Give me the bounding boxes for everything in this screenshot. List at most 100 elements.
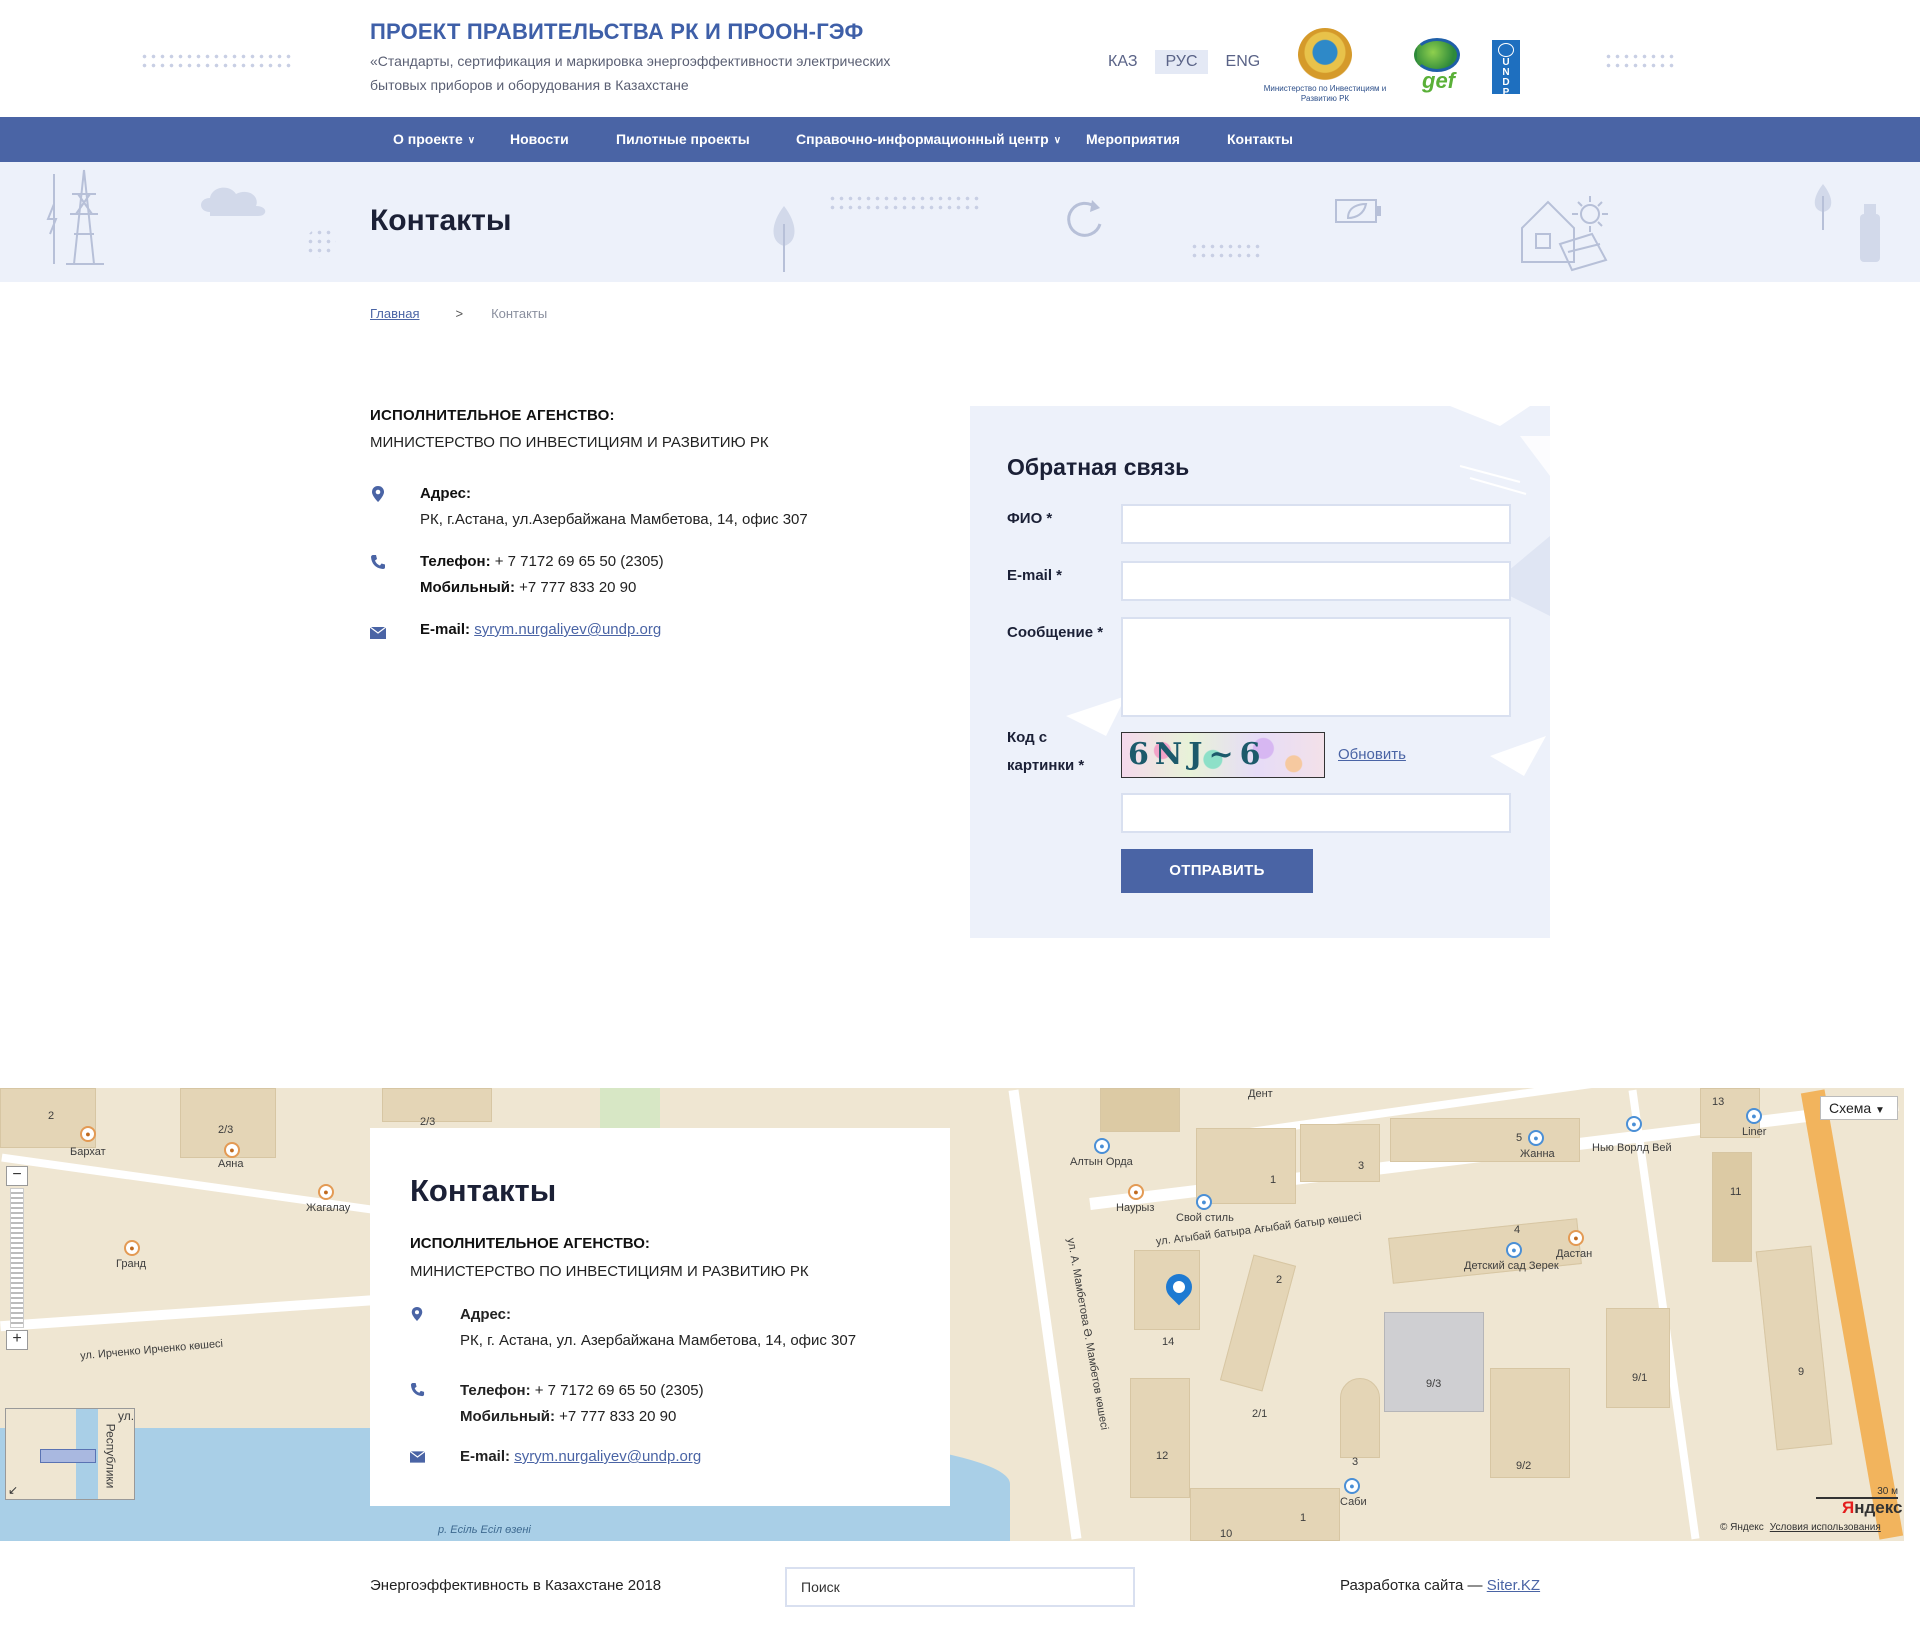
nav-label: О проекте <box>393 131 463 147</box>
map-label: Нью Ворлд Вей <box>1592 1142 1672 1154</box>
terms-link[interactable]: Условия использования <box>1770 1522 1881 1533</box>
developer-prefix: Разработка сайта — <box>1340 1577 1483 1594</box>
map-copyright: © Яндекс Условия использования <box>1720 1522 1881 1533</box>
copyright-text: © Яндекс <box>1720 1522 1764 1533</box>
gef-logo[interactable]: gef <box>1414 38 1466 98</box>
map-pin-icon <box>372 486 384 502</box>
phone-value[interactable]: + 7 7172 69 65 50 (2305) <box>535 1382 704 1399</box>
map-label: Наурыз <box>1116 1202 1155 1214</box>
building <box>1384 1312 1484 1412</box>
envelope-icon <box>370 626 386 639</box>
map-label: Свой стиль <box>1176 1212 1234 1224</box>
mobile-value[interactable]: +7 777 833 20 90 <box>519 579 636 596</box>
map-label: Саби <box>1340 1496 1367 1508</box>
contact-info: ИСПОЛНИТЕЛЬНОЕ АГЕНСТВО: МИНИСТЕРСТВО ПО… <box>370 407 930 639</box>
nav-item-pilot-projects[interactable]: Пилотные проекты <box>616 117 750 162</box>
map-label: Дастан <box>1556 1248 1593 1260</box>
breadcrumb-current: Контакты <box>491 306 548 321</box>
submit-button[interactable]: ОТПРАВИТЬ <box>1121 849 1313 893</box>
decor-dots <box>306 228 336 258</box>
captcha-refresh-link[interactable]: Обновить <box>1338 746 1406 763</box>
decor-dots <box>140 52 295 70</box>
captcha-label-line1: Код с <box>1007 729 1048 746</box>
email-link[interactable]: syrym.nurgaliyev@undp.org <box>514 1448 701 1465</box>
minimap-collapse-icon[interactable]: ↙ <box>8 1483 18 1497</box>
shop-icon[interactable]: ● <box>224 1142 240 1158</box>
map-card-title: Контакты <box>410 1173 557 1208</box>
nav-label: Контакты <box>1227 131 1294 147</box>
road <box>0 1294 380 1332</box>
ministry-logo[interactable]: Министерство по Инвестициям и Развитию Р… <box>1262 28 1388 108</box>
address-label: Адрес: <box>420 485 471 502</box>
minimap[interactable]: Республики ул. ↙ <box>5 1408 135 1500</box>
lang-rus[interactable]: РУС <box>1155 50 1208 74</box>
zoom-slider[interactable] <box>10 1188 24 1328</box>
kazakhstan-emblem-icon <box>1298 28 1352 82</box>
undp-logo[interactable]: U N D P <box>1492 40 1520 98</box>
project-title[interactable]: ПРОЕКТ ПРАВИТЕЛЬСТВА РК И ПРООН-ГЭФ <box>370 19 863 45</box>
agency-label: ИСПОЛНИТЕЛЬНОЕ АГЕНСТВО: <box>410 1235 650 1252</box>
decor-dots <box>1604 52 1676 70</box>
phone-block: Телефон: + 7 7172 69 65 50 (2305) Мобиль… <box>460 1378 704 1430</box>
bottle-icon <box>1860 204 1880 262</box>
nav-item-contacts[interactable]: Контакты <box>1227 117 1293 162</box>
un-emblem-icon <box>1498 43 1514 57</box>
lang-kaz[interactable]: КАЗ <box>1098 50 1147 74</box>
map-label: Liner <box>1742 1126 1767 1138</box>
zoom-out-button[interactable]: − <box>6 1166 28 1186</box>
map-type-dropdown[interactable]: Схема ▼ <box>1820 1096 1898 1120</box>
minimap-viewport <box>40 1449 96 1463</box>
building <box>1388 1218 1582 1284</box>
map-label: Аяна <box>218 1158 244 1170</box>
captcha-label: Код с картинки * <box>1007 724 1084 780</box>
zoom-in-button[interactable]: + <box>6 1330 28 1350</box>
kindergarten-icon[interactable]: ● <box>1506 1242 1522 1258</box>
address-value: РК, г. Астана, ул. Азербайжана Мамбетова… <box>460 1332 857 1349</box>
restaurant-icon[interactable]: ● <box>1568 1230 1584 1246</box>
address-block: Адрес: РК, г. Астана, ул. Азербайжана Ма… <box>460 1302 856 1354</box>
email-label: E-mail: <box>460 1448 511 1465</box>
power-tower-icon <box>46 169 104 265</box>
barber-icon[interactable]: ● <box>1196 1194 1212 1210</box>
nav-item-news[interactable]: Новости <box>510 117 569 162</box>
map-label: Гранд <box>116 1258 147 1270</box>
mobile-value[interactable]: +7 777 833 20 90 <box>559 1408 676 1425</box>
nav-item-info-center[interactable]: Справочно-информационный центр ∨ <box>796 117 1061 162</box>
email-link[interactable]: syrym.nurgaliyev@undp.org <box>474 621 661 638</box>
message-field[interactable] <box>1121 617 1511 717</box>
shop-icon[interactable]: ● <box>80 1126 96 1142</box>
hotel-icon[interactable]: ● <box>1094 1138 1110 1154</box>
yandex-logo-letter: Я <box>1842 1498 1855 1517</box>
name-field[interactable] <box>1121 504 1511 544</box>
search-input[interactable] <box>785 1567 1135 1607</box>
restaurant-icon[interactable]: ● <box>1128 1184 1144 1200</box>
map-label: 1 <box>1270 1174 1277 1186</box>
tree-icon <box>773 206 795 272</box>
phone-value[interactable]: + 7 7172 69 65 50 (2305) <box>495 553 664 570</box>
nav-label: Новости <box>510 131 569 147</box>
nav-item-about[interactable]: О проекте ∨ <box>393 117 475 162</box>
developer-link[interactable]: Siter.KZ <box>1487 1577 1540 1594</box>
address-block: Адрес: РК, г.Астана, ул.Азербайжана Мамб… <box>420 481 808 533</box>
map-label: 4 <box>1514 1224 1521 1236</box>
building <box>1755 1245 1833 1451</box>
map-label: 9/3 <box>1426 1378 1442 1390</box>
restaurant-icon[interactable]: ● <box>124 1240 140 1256</box>
email-field[interactable] <box>1121 561 1511 601</box>
map-contact-card: Контакты ИСПОЛНИТЕЛЬНОЕ АГЕНСТВО: МИНИСТ… <box>370 1128 950 1506</box>
nav-item-events[interactable]: Мероприятия <box>1086 117 1180 162</box>
captcha-image: 6NJ~6 <box>1121 732 1325 778</box>
map[interactable]: 2 2/3 2/3 ● Бархат ● Аяна ● Жагалау ● Гр… <box>0 1088 1904 1541</box>
captcha-field[interactable] <box>1121 793 1511 833</box>
cloud-icon <box>201 187 266 216</box>
yandex-logo[interactable]: Яндекс <box>1842 1498 1902 1518</box>
barber-icon[interactable]: ● <box>1528 1130 1544 1146</box>
restaurant-icon[interactable]: ● <box>318 1184 334 1200</box>
email-label: E-mail: <box>420 621 471 638</box>
breadcrumb-home-link[interactable]: Главная <box>370 306 419 321</box>
store-icon[interactable]: ● <box>1344 1478 1360 1494</box>
store-icon[interactable]: ● <box>1746 1108 1762 1124</box>
breadcrumb-separator: > <box>455 306 464 321</box>
store-icon[interactable]: ● <box>1626 1116 1642 1132</box>
decor-dots <box>828 194 982 212</box>
